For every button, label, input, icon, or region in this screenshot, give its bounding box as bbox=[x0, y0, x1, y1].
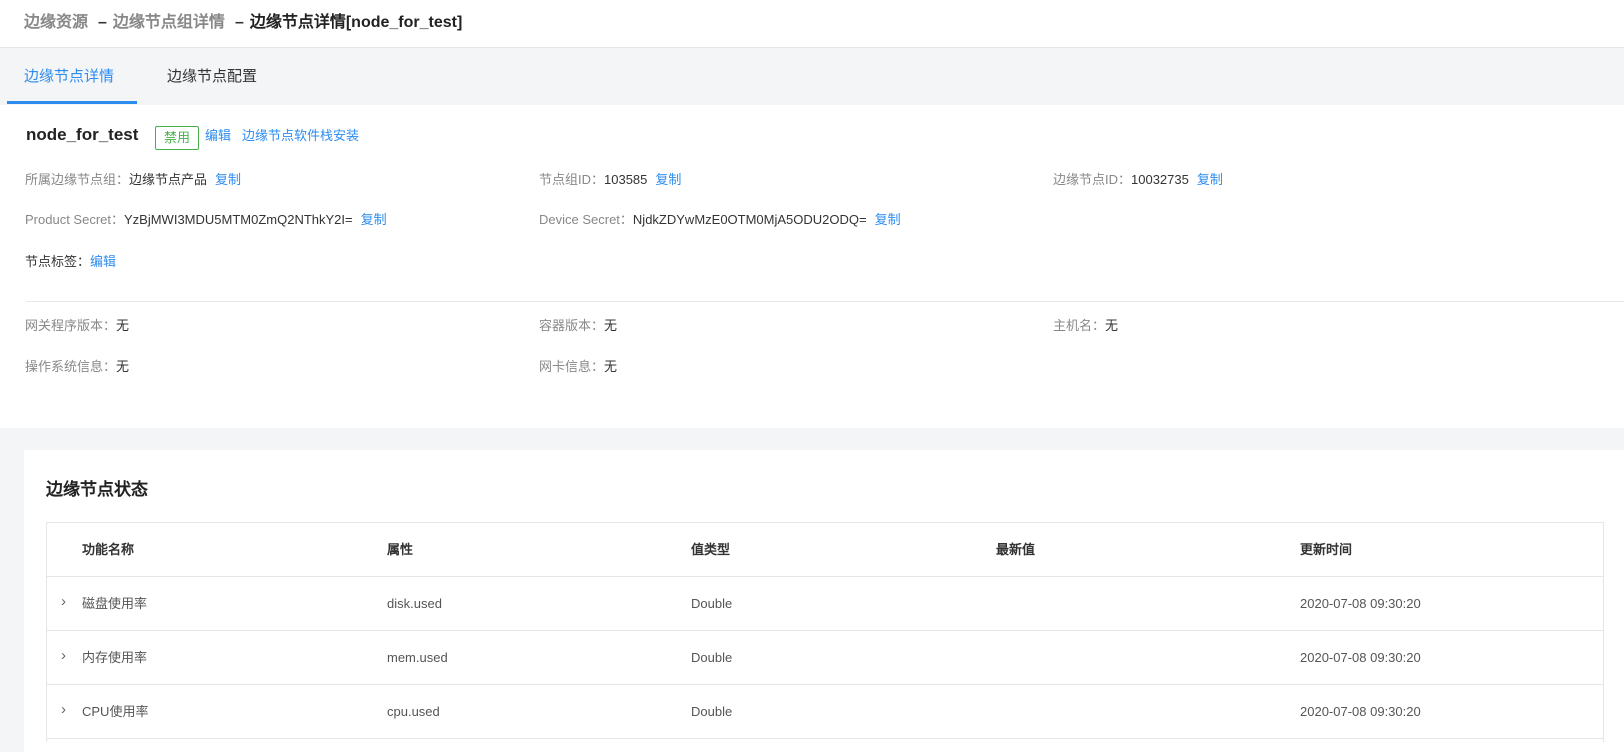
field-node-group: 所属边缘节点组：边缘节点产品 复制 bbox=[25, 169, 241, 188]
status-badge: 禁用 bbox=[155, 126, 200, 150]
field-label: Product Secret： bbox=[25, 212, 124, 227]
cell-update-time: 2020-07-08 09:30:20 bbox=[1300, 596, 1421, 611]
field-value: 无 bbox=[116, 359, 130, 374]
field-label: 操作系统信息： bbox=[25, 359, 117, 374]
breadcrumb-separator: – bbox=[98, 14, 107, 31]
field-device-secret: Device Secret：NjdkZDYwMzE0OTM0MjA5ODU2OD… bbox=[539, 209, 901, 228]
field-value: 无 bbox=[116, 318, 130, 333]
cell-value-type: Double bbox=[691, 596, 733, 611]
chevron-right-icon[interactable]: › bbox=[61, 577, 66, 627]
copy-device-secret-button[interactable]: 复制 bbox=[875, 212, 901, 227]
cell-name: 内存使用率 bbox=[82, 650, 148, 665]
field-value: YzBjMWI3MDU5MTM0ZmQ2NThkY2I= bbox=[124, 212, 353, 227]
node-status-card: 边缘节点状态 功能名称 属性 值类型 最新值 更新时间 › 磁盘使用率 disk… bbox=[24, 450, 1624, 752]
edit-node-link[interactable]: 编辑 bbox=[205, 125, 231, 144]
field-node-tags: 节点标签：编辑 bbox=[25, 251, 116, 270]
field-label: 边缘节点ID： bbox=[1053, 172, 1132, 187]
cell-update-time: 2020-07-08 09:30:20 bbox=[1300, 704, 1421, 719]
table-row: › CPU使用率 cpu.used Double 2020-07-08 09:3… bbox=[47, 685, 1603, 739]
field-label: 容器版本： bbox=[539, 318, 605, 333]
field-value: 无 bbox=[604, 359, 618, 374]
field-label: 主机名： bbox=[1053, 318, 1106, 333]
divider bbox=[26, 301, 1624, 302]
field-value: NjdkZDYwMzE0OTM0MjA5ODU2ODQ= bbox=[632, 212, 867, 227]
top-bar: 边缘资源 – 边缘节点组详情 – 边缘节点详情[node_for_test] bbox=[0, 0, 1624, 48]
field-value: 边缘节点产品 bbox=[129, 172, 208, 187]
column-header-name: 功能名称 bbox=[82, 542, 135, 557]
column-header-attribute: 属性 bbox=[387, 542, 414, 557]
active-tab-indicator bbox=[7, 101, 137, 104]
table-row: › 磁盘使用率 disk.used Double 2020-07-08 09:3… bbox=[47, 577, 1603, 631]
chevron-right-icon[interactable]: › bbox=[61, 631, 66, 681]
field-group-id: 节点组ID：103585 复制 bbox=[539, 169, 681, 188]
breadcrumb: 边缘资源 – 边缘节点组详情 – 边缘节点详情[node_for_test] bbox=[24, 8, 462, 32]
cell-attribute: mem.used bbox=[387, 650, 448, 665]
breadcrumb-current: 边缘节点详情[node_for_test] bbox=[249, 14, 463, 31]
cell-attribute: disk.used bbox=[387, 596, 442, 611]
field-value: 无 bbox=[1105, 318, 1119, 333]
tab-bar: 边缘节点详情 边缘节点配置 bbox=[0, 49, 1624, 105]
chevron-right-icon[interactable]: › bbox=[61, 685, 66, 735]
status-table: 功能名称 属性 值类型 最新值 更新时间 › 磁盘使用率 disk.used D… bbox=[46, 522, 1604, 742]
column-header-value-type: 值类型 bbox=[691, 542, 731, 557]
field-label: 网卡信息： bbox=[539, 359, 605, 374]
tab-node-config[interactable]: 边缘节点配置 bbox=[167, 49, 257, 105]
field-product-secret: Product Secret：YzBjMWI3MDU5MTM0ZmQ2NThkY… bbox=[25, 209, 387, 228]
field-gateway-version: 网关程序版本：无 bbox=[25, 315, 129, 334]
copy-group-button[interactable]: 复制 bbox=[215, 172, 241, 187]
copy-product-secret-button[interactable]: 复制 bbox=[361, 212, 387, 227]
node-name: node_for_test bbox=[26, 125, 139, 144]
field-label: 节点标签： bbox=[25, 254, 91, 269]
field-label: Device Secret： bbox=[539, 212, 633, 227]
field-hostname: 主机名：无 bbox=[1053, 315, 1118, 334]
cell-attribute: cpu.used bbox=[387, 704, 440, 719]
field-label: 网关程序版本： bbox=[25, 318, 117, 333]
column-header-update-time: 更新时间 bbox=[1300, 542, 1353, 557]
field-label: 节点组ID： bbox=[539, 172, 605, 187]
breadcrumb-edge-resources[interactable]: 边缘资源 bbox=[24, 14, 88, 31]
cell-update-time: 2020-07-08 09:30:20 bbox=[1300, 650, 1421, 665]
cell-value-type: Double bbox=[691, 650, 733, 665]
table-row: › 内存使用率 mem.used Double 2020-07-08 09:30… bbox=[47, 631, 1603, 685]
cell-name: 磁盘使用率 bbox=[82, 596, 148, 611]
field-value: 103585 bbox=[604, 172, 648, 187]
field-node-id: 边缘节点ID：10032735 复制 bbox=[1053, 169, 1223, 188]
field-nic-info: 网卡信息：无 bbox=[539, 356, 617, 375]
breadcrumb-separator: – bbox=[234, 14, 244, 31]
cell-value-type: Double bbox=[691, 704, 733, 719]
field-label: 所属边缘节点组： bbox=[25, 172, 130, 187]
copy-group-id-button[interactable]: 复制 bbox=[655, 172, 681, 187]
field-value: 无 bbox=[604, 318, 618, 333]
edit-tags-link[interactable]: 编辑 bbox=[90, 254, 116, 269]
field-container-version: 容器版本：无 bbox=[539, 315, 617, 334]
install-software-stack-link[interactable]: 边缘节点软件栈安装 bbox=[242, 125, 359, 144]
table-header: 功能名称 属性 值类型 最新值 更新时间 bbox=[47, 523, 1603, 577]
field-value: 10032735 bbox=[1131, 172, 1189, 187]
node-info-panel: node_for_test 禁用 编辑 边缘节点软件栈安装 所属边缘节点组：边缘… bbox=[0, 105, 1624, 428]
breadcrumb-node-group-detail[interactable]: 边缘节点组详情 bbox=[113, 14, 225, 31]
status-section-title: 边缘节点状态 bbox=[46, 480, 148, 499]
tab-node-detail[interactable]: 边缘节点详情 bbox=[24, 49, 114, 105]
field-os-info: 操作系统信息：无 bbox=[25, 356, 129, 375]
column-header-latest-value: 最新值 bbox=[996, 542, 1036, 557]
copy-node-id-button[interactable]: 复制 bbox=[1197, 172, 1223, 187]
cell-name: CPU使用率 bbox=[82, 704, 149, 719]
